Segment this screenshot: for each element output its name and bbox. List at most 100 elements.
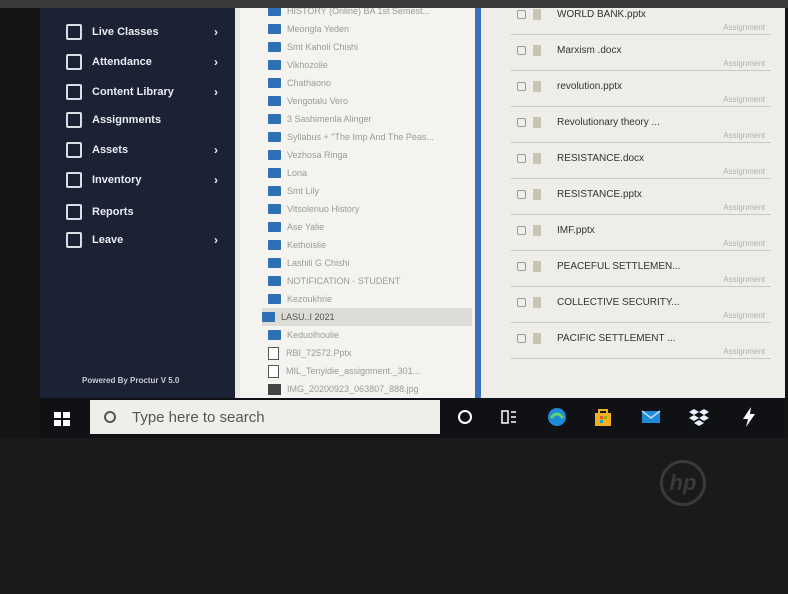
file-icon: [533, 153, 541, 164]
file-list-item[interactable]: Kethoislie: [268, 236, 475, 254]
assets-icon: [66, 142, 82, 158]
folder-icon: [262, 312, 275, 322]
folder-icon: [268, 240, 281, 250]
file-name: Keduolhoulie: [287, 330, 340, 340]
sidebar-item-live-classes[interactable]: Live Classes ›: [66, 20, 226, 44]
file-list-item[interactable]: Smt Kaholi Chishi: [268, 38, 475, 56]
chevron-right-icon: ›: [214, 85, 218, 99]
inventory-icon: [66, 172, 82, 188]
assignment-name: COLLECTIVE SECURITY...: [557, 297, 680, 308]
assignment-row[interactable]: COLLECTIVE SECURITY... Assignment: [511, 292, 771, 323]
file-list-item[interactable]: Smt Lily: [268, 182, 475, 200]
start-icon[interactable]: [54, 412, 70, 426]
file-list-item[interactable]: Syllabus + "The Imp And The Peas...: [268, 128, 475, 146]
file-list-item[interactable]: Vikhozolie: [268, 56, 475, 74]
file-list-item[interactable]: Vengotalu Vero: [268, 92, 475, 110]
document-icon: [268, 346, 279, 360]
row-checkbox[interactable]: [517, 334, 526, 343]
file-name: Ase Yalie: [287, 222, 325, 232]
sidebar-item-assets[interactable]: Assets ›: [66, 138, 226, 162]
sidebar-item-leave[interactable]: Leave ›: [66, 228, 226, 252]
row-checkbox[interactable]: [517, 226, 526, 235]
task-view-icon[interactable]: [498, 406, 520, 428]
cortana-icon[interactable]: [454, 406, 476, 428]
folder-icon: [268, 204, 281, 214]
assignment-row[interactable]: WORLD BANK.pptx Assignment: [511, 8, 771, 35]
assignment-tag: Assignment: [723, 311, 765, 320]
mail-icon[interactable]: [640, 406, 662, 428]
folder-icon: [268, 60, 281, 70]
file-icon: [533, 297, 541, 308]
file-list-item[interactable]: Chathaono: [268, 74, 475, 92]
file-list-item[interactable]: RBI_72572.Pptx: [268, 344, 475, 362]
row-checkbox[interactable]: [517, 82, 526, 91]
assignment-row[interactable]: PACIFIC SETTLEMENT ... Assignment: [511, 328, 771, 359]
folder-icon: [268, 96, 281, 106]
assignment-row[interactable]: revolution.pptx Assignment: [511, 76, 771, 107]
folder-icon: [268, 42, 281, 52]
assignment-row[interactable]: RESISTANCE.pptx Assignment: [511, 184, 771, 215]
file-list-item[interactable]: Lona: [268, 164, 475, 182]
file-icon: [533, 117, 541, 128]
sidebar-item-inventory[interactable]: Inventory ›: [66, 168, 226, 192]
laptop-bezel-bottom: [0, 438, 788, 594]
assignment-name: IMF.pptx: [557, 225, 595, 236]
file-name: HISTORY (Online) BA 1st Semest...: [287, 8, 431, 16]
file-list-item[interactable]: Vitsolenuo History: [268, 200, 475, 218]
chevron-right-icon: ›: [214, 25, 218, 39]
search-placeholder: Type here to search: [132, 408, 265, 426]
file-list-item[interactable]: Kezoukhrie: [268, 290, 475, 308]
folder-icon: [268, 150, 281, 160]
row-checkbox[interactable]: [517, 154, 526, 163]
chevron-right-icon: ›: [214, 173, 218, 187]
sidebar-item-content-library[interactable]: Content Library ›: [66, 80, 226, 104]
row-checkbox[interactable]: [517, 262, 526, 271]
file-icon: [533, 333, 541, 344]
row-checkbox[interactable]: [517, 298, 526, 307]
file-list-item[interactable]: Lashili G Chishi: [268, 254, 475, 272]
file-list-item[interactable]: HISTORY (Online) BA 1st Semest...: [268, 8, 475, 20]
assignment-row[interactable]: PEACEFUL SETTLEMEN... Assignment: [511, 256, 771, 287]
file-list-item[interactable]: Vezhosa Ringa: [268, 146, 475, 164]
assignment-tag: Assignment: [723, 95, 765, 104]
file-name: RBI_72572.Pptx: [286, 348, 352, 358]
taskbar-search-box[interactable]: Type here to search: [90, 400, 440, 434]
sidebar-item-reports[interactable]: Reports: [66, 200, 226, 224]
edge-icon[interactable]: [546, 406, 568, 428]
screen: Live Classes › Attendance › Content Library ›…: [40, 8, 785, 398]
search-icon: [104, 411, 116, 423]
sidebar-item-assignments[interactable]: Assignments: [66, 108, 226, 132]
row-checkbox[interactable]: [517, 190, 526, 199]
assignment-row[interactable]: Revolutionary theory ... Assignment: [511, 112, 771, 143]
assignment-row[interactable]: Marxism .docx Assignment: [511, 40, 771, 71]
row-checkbox[interactable]: [517, 10, 526, 19]
file-list-item[interactable]: 3 Sashimenla Alinger: [268, 110, 475, 128]
assignment-row[interactable]: IMF.pptx Assignment: [511, 220, 771, 251]
lightning-icon[interactable]: [738, 406, 760, 428]
assignment-name: RESISTANCE.docx: [557, 153, 645, 164]
store-icon[interactable]: [592, 406, 614, 428]
file-list-item[interactable]: Meongla Yeden: [268, 20, 475, 38]
file-list-item[interactable]: MIL_Tenyidie_assignment._301...: [268, 362, 475, 380]
file-name: Vikhozolie: [287, 60, 328, 70]
file-list-item[interactable]: NOTIFICATION - STUDENT: [268, 272, 475, 290]
file-list-item[interactable]: IMG_20200923_063807_888.jpg: [268, 380, 475, 398]
file-icon: [533, 81, 541, 92]
assignment-name: Revolutionary theory ...: [557, 117, 660, 128]
row-checkbox[interactable]: [517, 118, 526, 127]
file-name: MIL_Tenyidie_assignment._301...: [286, 366, 421, 376]
assignment-row[interactable]: RESISTANCE.docx Assignment: [511, 148, 771, 179]
folder-icon: [268, 24, 281, 34]
row-checkbox[interactable]: [517, 46, 526, 55]
powered-by-label: Powered By Proctur V 5.0: [82, 376, 180, 385]
file-list-item[interactable]: Ase Yalie: [268, 218, 475, 236]
chevron-right-icon: ›: [214, 55, 218, 69]
file-name: 3 Sashimenla Alinger: [287, 114, 372, 124]
dropbox-icon[interactable]: [688, 406, 710, 428]
folder-icon: [268, 294, 281, 304]
sidebar-item-attendance[interactable]: Attendance ›: [66, 50, 226, 74]
assignment-list-panel: WORLD BANK.pptx Assignment Marxism .docx As…: [481, 8, 785, 398]
file-list-item[interactable]: Keduolhoulie: [268, 326, 475, 344]
file-list-item[interactable]: LASU..I 2021: [262, 308, 472, 326]
sidebar-item-label: Live Classes: [92, 26, 159, 38]
